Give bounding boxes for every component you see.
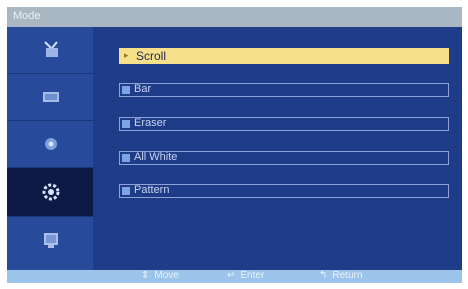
menu-list: ▸ Scroll Bar Eraser All White Pattern (93, 27, 462, 270)
item-bullet (122, 154, 130, 162)
category-sidebar (7, 27, 93, 270)
return-hint-label: Return (332, 270, 363, 281)
return-icon: ↰ (319, 270, 328, 281)
enter-hint-label: Enter (240, 270, 265, 281)
menu-item-label: Eraser (134, 117, 167, 129)
menu-item-label: Scroll (136, 49, 167, 63)
osd-menu-window: Mode ▸ Scroll Bar Eraser All White Patte… (0, 0, 468, 289)
tab-picture[interactable] (7, 74, 93, 121)
move-hint: ⇕ Move (141, 270, 179, 281)
tab-setup[interactable] (7, 168, 93, 217)
settings-gear-icon (42, 183, 60, 201)
menu-item-label: All White (134, 151, 178, 163)
sound-icon (45, 138, 57, 150)
tab-sound[interactable] (7, 121, 93, 168)
menu-item-bar[interactable]: Bar (119, 83, 449, 97)
enter-icon: ↵ (227, 270, 236, 281)
selected-marker-icon: ▸ (124, 50, 129, 60)
menu-item-all-white[interactable]: All White (119, 151, 449, 165)
item-bullet (122, 187, 130, 195)
move-hint-label: Move (154, 270, 179, 281)
menu-frame: ▸ Scroll Bar Eraser All White Pattern (7, 27, 462, 270)
tab-input[interactable] (7, 27, 93, 74)
enter-hint: ↵ Enter (227, 270, 264, 281)
menu-title: Mode (13, 10, 41, 22)
item-bullet (122, 86, 130, 94)
title-bar: Mode (7, 7, 462, 27)
return-hint: ↰ Return (319, 270, 362, 281)
menu-item-label: Pattern (134, 184, 170, 196)
menu-item-label: Bar (134, 83, 152, 95)
item-bullet (122, 120, 130, 128)
navigation-hint-bar: ⇕ Move ↵ Enter ↰ Return (7, 270, 462, 283)
menu-item-eraser[interactable]: Eraser (119, 117, 449, 131)
picture-icon (43, 92, 59, 102)
tab-multi-screen[interactable] (7, 217, 93, 270)
menu-item-pattern[interactable]: Pattern (119, 184, 449, 198)
antenna-icon (44, 41, 58, 57)
move-arrows-icon: ⇕ (141, 270, 150, 281)
multi-screen-icon (44, 233, 58, 248)
menu-item-scroll[interactable]: ▸ Scroll (119, 48, 449, 64)
